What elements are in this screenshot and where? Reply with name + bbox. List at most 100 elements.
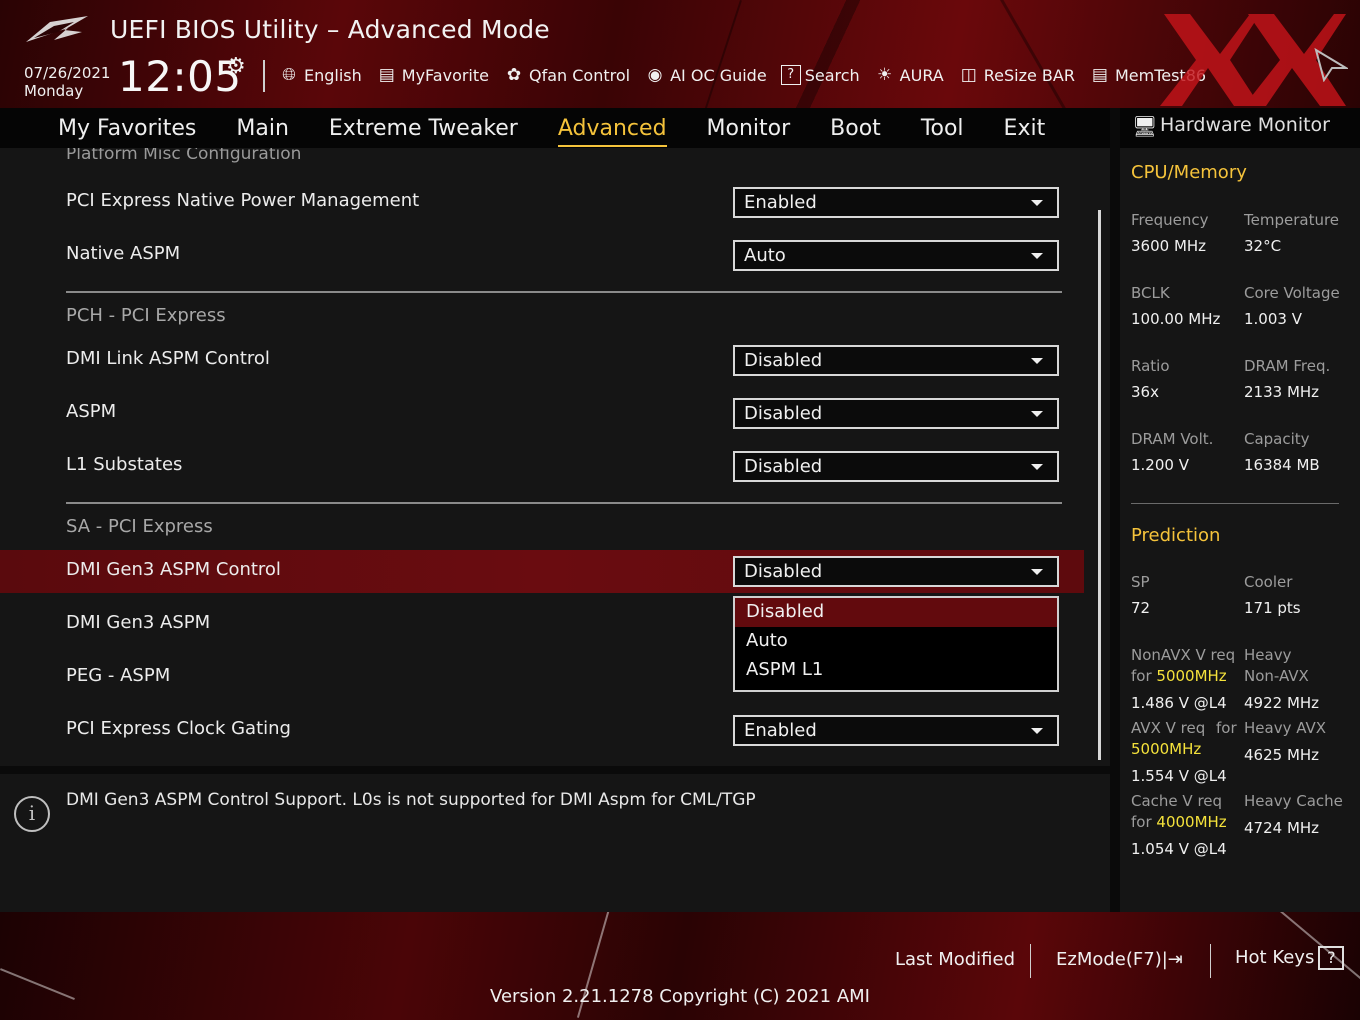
- sp-value: 72: [1131, 599, 1151, 617]
- version-text: Version 2.21.1278 Copyright (C) 2021 AMI: [490, 986, 870, 1007]
- heavy-nonavx-label-2: Non-AVX: [1244, 667, 1309, 685]
- setting-pcie-clock-gating-select[interactable]: Enabled: [733, 715, 1059, 746]
- hot-keys-label: Hot Keys: [1235, 947, 1315, 968]
- heavy-avx-value: 4625 MHz: [1244, 746, 1320, 764]
- ratio-label: Ratio: [1131, 357, 1170, 375]
- prediction-section-title: Prediction: [1131, 525, 1221, 546]
- tool-label: AI OC Guide: [670, 65, 767, 85]
- dropdown-option-disabled[interactable]: Disabled: [735, 598, 1057, 627]
- tab-advanced[interactable]: Advanced: [557, 116, 667, 147]
- setting-pcie-native-pm-select[interactable]: Enabled: [733, 187, 1059, 218]
- main-menu-tabs: My Favorites Main Extreme Tweaker Advanc…: [0, 108, 1110, 148]
- hot-keys-button[interactable]: Hot Keys?: [1235, 946, 1345, 970]
- select-value: Auto: [744, 245, 786, 266]
- nonavx-vreq-label: NonAVX V req: [1131, 646, 1236, 664]
- section-title-partial: Platform Misc Configuration: [66, 148, 302, 164]
- heavy-nonavx-label-1: Heavy: [1244, 646, 1292, 664]
- frequency-value: 3600 MHz: [1131, 237, 1207, 255]
- avx-freq: 5000MHz: [1131, 740, 1202, 758]
- tool-qfan-button[interactable]: ✿ Qfan Control: [503, 65, 630, 85]
- chevron-down-icon: [1031, 569, 1043, 575]
- tool-label: Search: [804, 65, 860, 85]
- tool-label: ReSize BAR: [983, 65, 1075, 85]
- hardware-monitor-title: Hardware Monitor: [1160, 114, 1330, 136]
- tool-resize-bar-button[interactable]: ◫ ReSize BAR: [958, 65, 1075, 85]
- setting-native-aspm-select[interactable]: Auto: [733, 240, 1059, 271]
- memtest-icon: ▤: [1091, 65, 1108, 85]
- tab-exit[interactable]: Exit: [1004, 116, 1046, 141]
- core-voltage-label: Core Voltage: [1244, 284, 1340, 302]
- temperature-value: 32°C: [1244, 237, 1282, 255]
- select-value: Disabled: [744, 403, 823, 424]
- search-icon: ?: [780, 65, 801, 85]
- favorite-icon: ▤: [378, 65, 395, 85]
- heavy-cache-label: Heavy Cache: [1244, 792, 1343, 810]
- avx-vreq-label: AVX V req: [1131, 719, 1206, 737]
- date-text: 07/26/2021: [24, 64, 111, 82]
- ai-guide-icon: ◉: [647, 65, 663, 85]
- tab-my-favorites[interactable]: My Favorites: [58, 116, 196, 141]
- chevron-down-icon: [1031, 358, 1043, 364]
- ratio-value: 36x: [1131, 383, 1159, 401]
- resize-bar-icon: ◫: [960, 65, 977, 85]
- tool-aura-button[interactable]: ☀︎ AURA: [874, 65, 944, 85]
- setting-dmi-gen3-aspm-control-select[interactable]: Disabled: [733, 556, 1059, 587]
- tab-tool[interactable]: Tool: [921, 116, 964, 141]
- header-bar: UEFI BIOS Utility – Advanced Mode 07/26/…: [0, 0, 1360, 108]
- dropdown-option-aspm-l1[interactable]: ASPM L1: [735, 656, 1057, 685]
- capacity-label: Capacity: [1244, 430, 1310, 448]
- nonavx-for-label: for 5000MHz: [1131, 666, 1227, 687]
- setting-l1-substates-select[interactable]: Disabled: [733, 451, 1059, 482]
- bclk-value: 100.00 MHz: [1131, 310, 1221, 328]
- footer-separator: [1210, 944, 1211, 978]
- ezmode-button[interactable]: EzMode(F7)|⇥: [1056, 949, 1183, 970]
- tool-myfavorite-button[interactable]: ▤ MyFavorite: [376, 65, 489, 85]
- setting-peg-aspm-label: PEG - ASPM: [66, 665, 171, 686]
- select-value: Disabled: [744, 350, 823, 371]
- dram-volt-value: 1.200 V: [1131, 456, 1189, 474]
- tool-label: MyFavorite: [401, 65, 489, 85]
- last-modified-button[interactable]: Last Modified: [895, 949, 1015, 970]
- nonavx-freq: 5000MHz: [1156, 667, 1227, 685]
- chevron-down-icon: [1031, 464, 1043, 470]
- cooler-value: 171 pts: [1244, 599, 1301, 617]
- chevron-down-icon: [1031, 411, 1043, 417]
- tool-ai-oc-guide-button[interactable]: ◉ AI OC Guide: [644, 65, 767, 85]
- setting-native-aspm-label: Native ASPM: [66, 243, 181, 264]
- footer-separator: [1030, 944, 1031, 978]
- setting-dmi-link-aspm-label: DMI Link ASPM Control: [66, 348, 270, 369]
- hw-section-divider: [1131, 503, 1339, 504]
- dropdown-options-list: Disabled Auto ASPM L1: [733, 596, 1059, 692]
- dram-freq-label: DRAM Freq.: [1244, 357, 1331, 375]
- setting-pcie-clock-gating-label: PCI Express Clock Gating: [66, 718, 291, 739]
- footer-bar: Last Modified EzMode(F7)|⇥ Hot Keys? Ver…: [0, 912, 1360, 1020]
- cache-value: 1.054 V @L4: [1131, 840, 1227, 858]
- tool-label: Qfan Control: [529, 65, 631, 85]
- date-display: 07/26/2021 Monday: [24, 64, 110, 100]
- tab-main[interactable]: Main: [236, 116, 289, 141]
- frequency-label: Frequency: [1131, 211, 1209, 229]
- setting-aspm-select[interactable]: Disabled: [733, 398, 1059, 429]
- header-streak: [1000, 0, 1073, 108]
- setting-dmi-link-aspm-select[interactable]: Disabled: [733, 345, 1059, 376]
- tab-monitor[interactable]: Monitor: [707, 116, 791, 141]
- nonavx-value: 1.486 V @L4: [1131, 694, 1227, 712]
- dropdown-option-auto[interactable]: Auto: [735, 627, 1057, 656]
- header-streak: [696, 0, 742, 108]
- tab-extreme-tweaker[interactable]: Extreme Tweaker: [329, 116, 518, 141]
- aura-icon: ☀︎: [877, 65, 893, 85]
- setting-dmi-gen3-aspm-label: DMI Gen3 ASPM: [66, 612, 211, 633]
- setting-aspm-label: ASPM: [66, 401, 117, 422]
- setting-pcie-native-pm-label: PCI Express Native Power Management: [66, 190, 420, 211]
- setting-l1-substates-label: L1 Substates: [66, 454, 183, 475]
- nonavx-for-text: for: [1131, 667, 1157, 685]
- tool-english-button[interactable]: 🌐︎ English: [278, 65, 362, 85]
- tab-boot[interactable]: Boot: [830, 116, 881, 141]
- tool-search-button[interactable]: ? Search: [780, 65, 860, 85]
- clock-settings-gear-icon[interactable]: ⚙: [226, 54, 246, 79]
- select-value: Disabled: [744, 456, 823, 477]
- group-pch-pci-express: PCH - PCI Express: [66, 305, 226, 326]
- settings-scrollbar[interactable]: [1098, 210, 1101, 760]
- help-text: DMI Gen3 ASPM Control Support. L0s is no…: [66, 790, 756, 810]
- cache-freq: 4000MHz: [1156, 813, 1227, 831]
